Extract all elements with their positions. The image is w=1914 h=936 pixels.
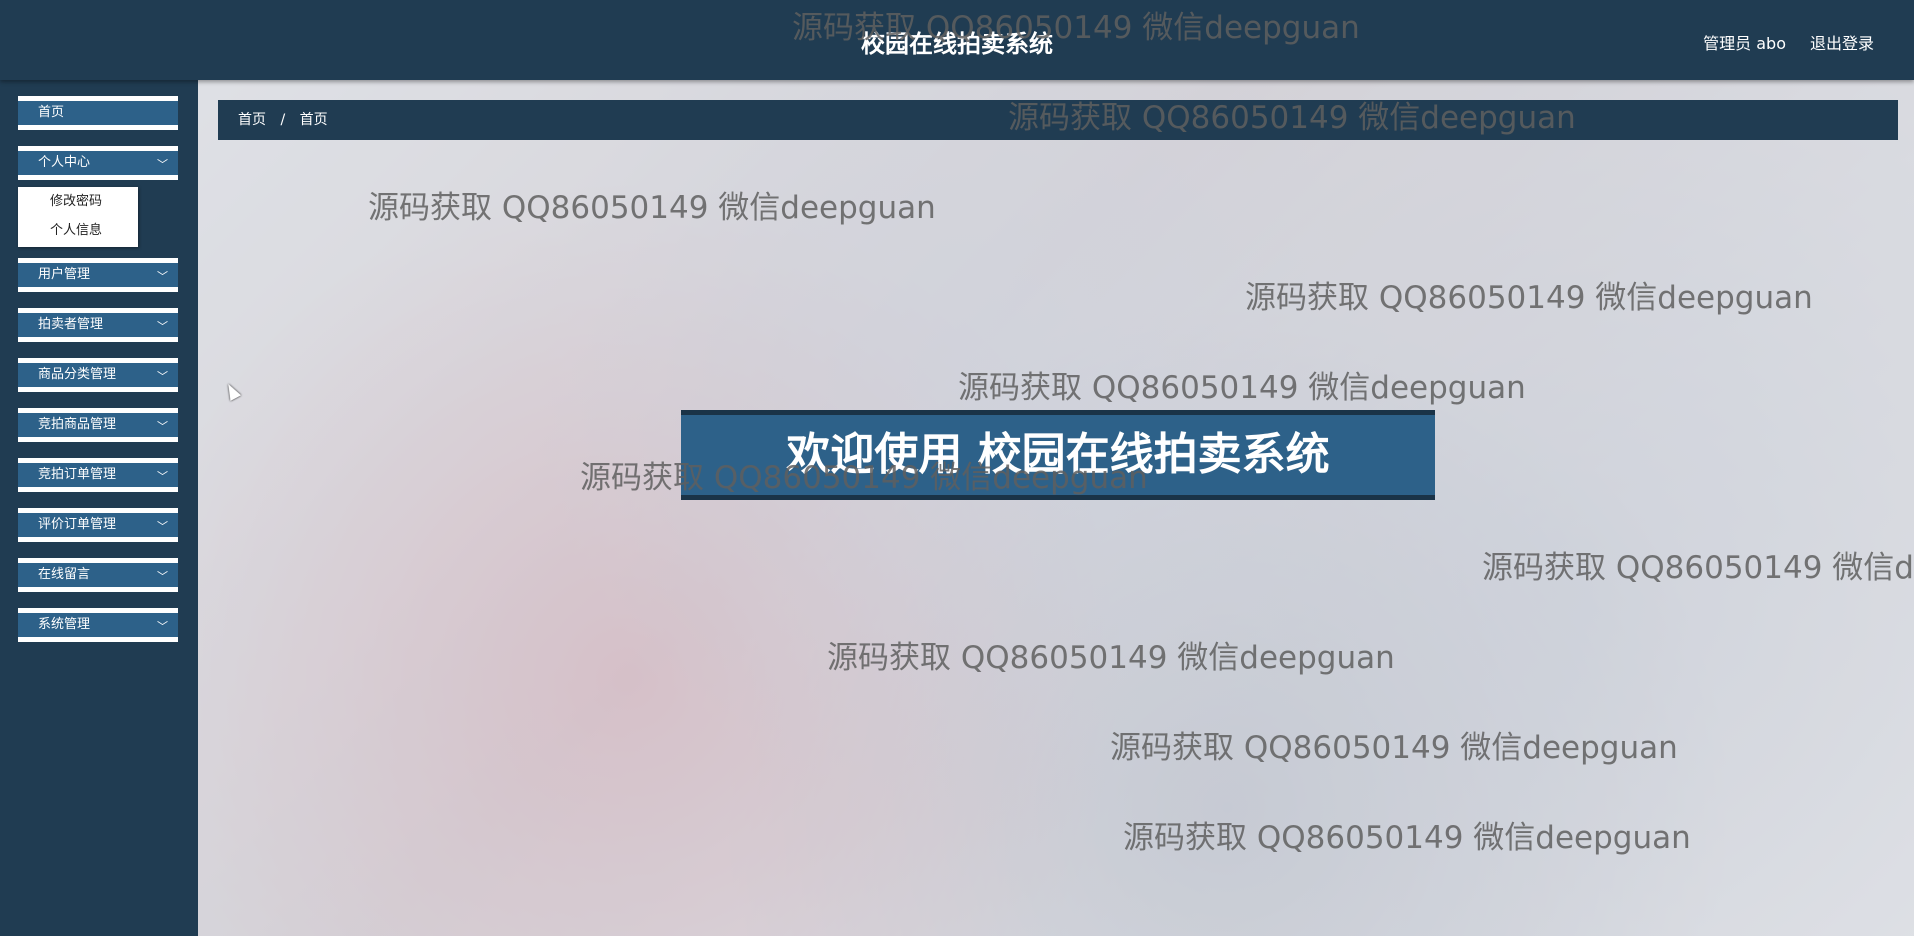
top-bar: 校园在线拍卖系统 管理员 abo 退出登录 [0, 0, 1914, 80]
sidebar-item-label: 个人中心 [38, 155, 91, 170]
chevron-down-icon: ﹀ [157, 320, 168, 333]
sidebar-item-system-management[interactable]: 系统管理 ﹀ [18, 608, 178, 642]
chevron-down-icon: ﹀ [157, 620, 168, 633]
sidebar-item-label: 首页 [38, 105, 65, 120]
sidebar-item-seller-management[interactable]: 拍卖者管理 ﹀ [18, 308, 178, 342]
welcome-banner: 欢迎使用 校园在线拍卖系统 [681, 410, 1435, 500]
sidebar-item-category-management[interactable]: 商品分类管理 ﹀ [18, 358, 178, 392]
chevron-down-icon: ﹀ [157, 420, 168, 433]
sidebar-item-auction-order-management[interactable]: 竞拍订单管理 ﹀ [18, 458, 178, 492]
chevron-down-icon: ﹀ [157, 520, 168, 533]
sidebar-item-personal-center[interactable]: 个人中心 ﹀ [18, 146, 178, 180]
sidebar-item-label: 系统管理 [38, 617, 91, 632]
chevron-down-icon: ﹀ [157, 158, 168, 171]
chevron-down-icon: ﹀ [157, 370, 168, 383]
sidebar-item-label: 用户管理 [38, 267, 91, 282]
current-user-label: 管理员 abo [1703, 34, 1786, 53]
sidebar-item-auction-item-management[interactable]: 竞拍商品管理 ﹀ [18, 408, 178, 442]
sidebar-item-label: 竞拍商品管理 [38, 417, 117, 432]
sidebar-item-label: 商品分类管理 [38, 367, 117, 382]
user-area: 管理员 abo 退出登录 [1703, 30, 1874, 54]
breadcrumb-home[interactable]: 首页 [238, 112, 266, 128]
chevron-down-icon: ﹀ [157, 470, 168, 483]
submenu-item-personal-info[interactable]: 个人信息 [18, 216, 138, 245]
sidebar-item-review-order-management[interactable]: 评价订单管理 ﹀ [18, 508, 178, 542]
breadcrumb: 首页 / 首页 [218, 100, 1898, 140]
app-title: 校园在线拍卖系统 [861, 30, 1053, 58]
sidebar-item-label: 评价订单管理 [38, 517, 117, 532]
breadcrumb-current: 首页 [299, 112, 328, 128]
sidebar-item-home[interactable]: 首页 [18, 96, 178, 130]
sidebar-item-online-messages[interactable]: 在线留言 ﹀ [18, 558, 178, 592]
chevron-down-icon: ﹀ [157, 270, 168, 283]
main-content: 首页 / 首页 欢迎使用 校园在线拍卖系统 [198, 80, 1914, 936]
sidebar: 首页 个人中心 ﹀ 修改密码 个人信息 用户管理 ﹀ 拍卖者管理 ﹀ 商品分类管… [0, 80, 198, 936]
sidebar-item-label: 在线留言 [38, 567, 91, 582]
sidebar-item-user-management[interactable]: 用户管理 ﹀ [18, 258, 178, 292]
chevron-down-icon: ﹀ [157, 570, 168, 583]
submenu-item-change-password[interactable]: 修改密码 [18, 187, 138, 216]
breadcrumb-separator: / [280, 112, 286, 128]
sidebar-item-label: 竞拍订单管理 [38, 467, 117, 482]
sidebar-item-label: 拍卖者管理 [38, 317, 104, 332]
logout-button[interactable]: 退出登录 [1810, 30, 1874, 54]
personal-center-submenu: 修改密码 个人信息 [18, 187, 138, 247]
